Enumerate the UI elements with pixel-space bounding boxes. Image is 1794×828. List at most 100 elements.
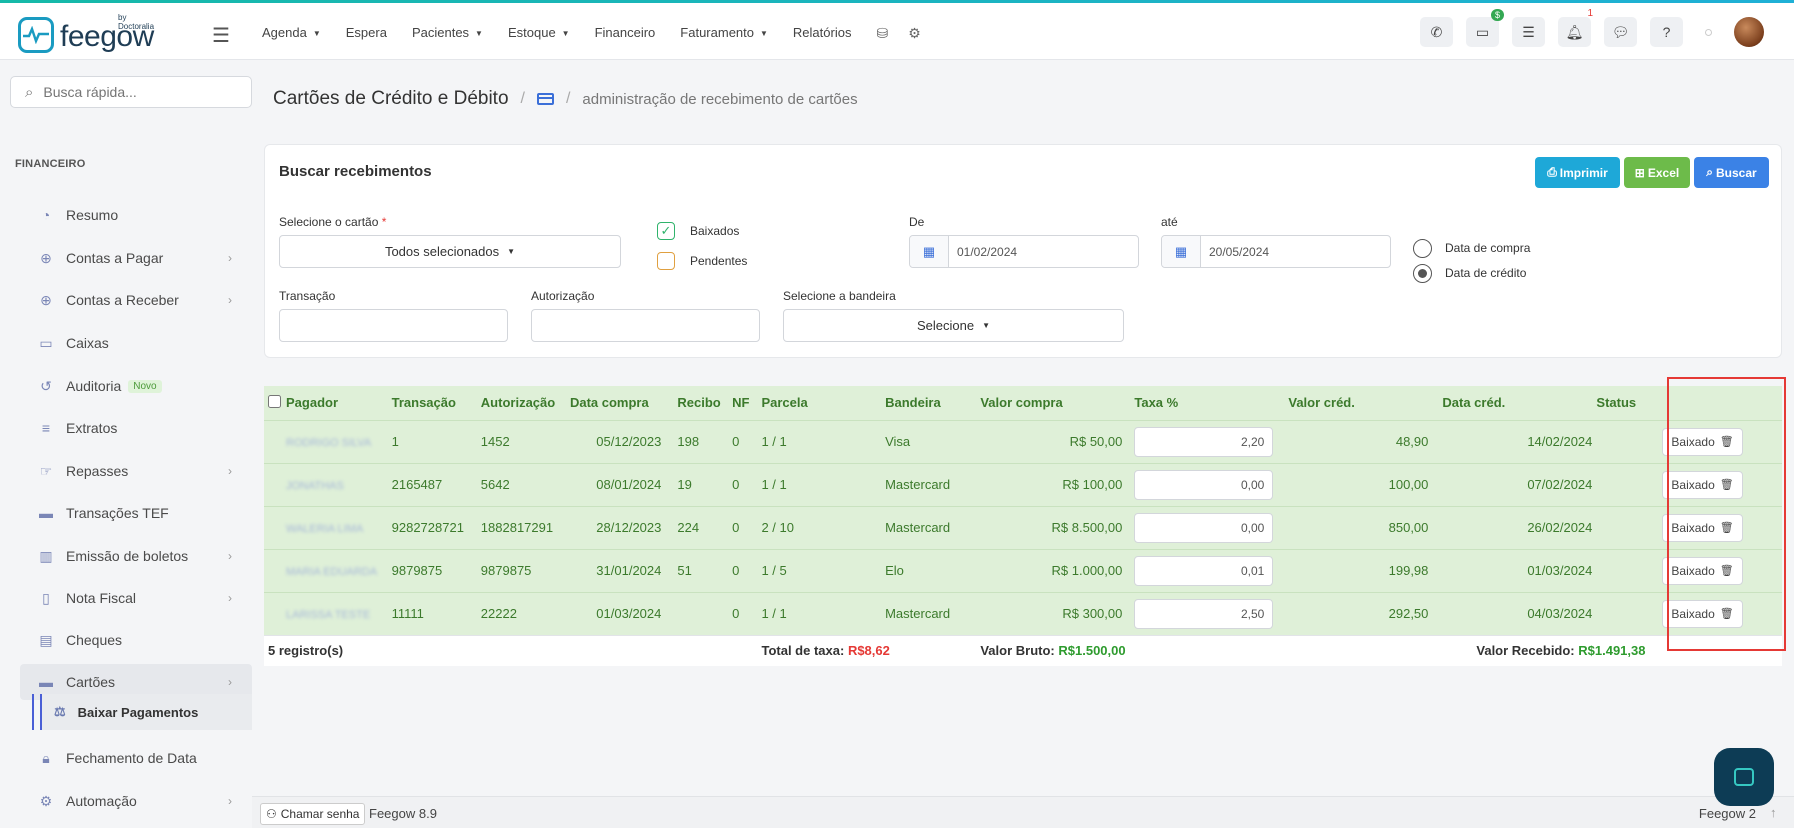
money-badge: $ bbox=[1490, 9, 1504, 21]
settings-gear-icon[interactable]: ⚙ bbox=[908, 25, 921, 42]
tax-input[interactable] bbox=[1134, 469, 1274, 500]
cell-data-cred: 04/03/2024 bbox=[1438, 591, 1593, 635]
search-button[interactable]: ⌕ Buscar bbox=[1694, 157, 1769, 188]
database-icon[interactable]: ⛁ bbox=[876, 25, 888, 42]
bottom-bar: ⚇ Chamar senha Feegow 8.9 Feegow 2 ↑ bbox=[252, 796, 1794, 828]
sidebar-item-extratos[interactable]: ≡ Extratos bbox=[20, 410, 252, 446]
calendar-icon: ▦ bbox=[910, 236, 949, 267]
file-icon: ▯ bbox=[42, 589, 50, 606]
sidebar-item-caixas[interactable]: ▭ Caixas bbox=[20, 325, 252, 361]
autorizacao-input[interactable] bbox=[531, 309, 760, 342]
menu-toggle-icon[interactable]: ☰ bbox=[212, 23, 230, 48]
cell-valor-compra: R$ 300,00 bbox=[976, 591, 1131, 635]
cell-bandeira: Mastercard bbox=[881, 462, 977, 506]
cell-data-compra: 31/01/2024 bbox=[565, 548, 674, 592]
radio-data-compra[interactable] bbox=[1413, 239, 1432, 258]
version-label: Feegow 8.9 bbox=[369, 806, 437, 821]
tax-input[interactable] bbox=[1134, 555, 1274, 586]
sidebar-item-nota-fiscal[interactable]: ▯ Nota Fiscal › bbox=[20, 580, 252, 616]
card-icon: ▬ bbox=[39, 674, 53, 690]
date-to-label: até bbox=[1161, 215, 1178, 229]
nav-financeiro[interactable]: Financeiro bbox=[595, 25, 656, 42]
table-row: MARIA EDUARDA 9879875 9879875 31/01/2024 51 0… bbox=[264, 548, 1782, 592]
pendentes-label: Pendentes bbox=[690, 254, 748, 268]
col-taxa: Taxa % bbox=[1130, 386, 1285, 420]
cell-data-compra: 01/03/2024 bbox=[565, 591, 674, 635]
cell-nf: 0 bbox=[728, 419, 758, 463]
help-icon[interactable]: ? bbox=[1650, 17, 1683, 47]
table-icon: ⊞ bbox=[1634, 165, 1645, 180]
nav-relatorios[interactable]: Relatórios bbox=[793, 25, 852, 42]
inbox-icon[interactable]: ▭ $ bbox=[1466, 9, 1504, 47]
support-chat-button[interactable] bbox=[1714, 748, 1774, 806]
search-icon: ⌕ bbox=[1706, 165, 1714, 179]
excel-button[interactable]: ⊞ Excel bbox=[1624, 157, 1690, 188]
tax-input[interactable] bbox=[1134, 426, 1274, 457]
notification-count: 1 bbox=[1587, 8, 1593, 19]
card-select-label: Selecione o cartão * bbox=[279, 215, 387, 229]
chat-icon[interactable]: 💬︎ bbox=[1604, 17, 1637, 47]
autorizacao-label: Autorização bbox=[531, 289, 595, 303]
cell-autorizacao: 5642 bbox=[476, 462, 566, 506]
radio-data-compra-label: Data de compra bbox=[1445, 241, 1531, 255]
call-ticket-button[interactable]: ⚇ Chamar senha bbox=[260, 803, 366, 825]
user-avatar[interactable] bbox=[1734, 17, 1764, 47]
scroll-up-icon[interactable]: ↑ bbox=[1770, 805, 1788, 823]
sidebar-item-resumo[interactable]: ◔ Resumo bbox=[20, 197, 252, 233]
transacao-input[interactable] bbox=[279, 309, 508, 342]
tax-input[interactable] bbox=[1134, 512, 1274, 543]
sidebar-item-emissao-boletos[interactable]: ▥ Emissão de boletos › bbox=[20, 538, 252, 574]
cell-recibo bbox=[673, 591, 729, 635]
nav-espera[interactable]: Espera bbox=[346, 25, 387, 42]
top-navigation: Agenda ▼ Espera Pacientes ▼ Estoque ▼ Finan… bbox=[262, 25, 941, 42]
col-parcela: Parcela bbox=[757, 386, 882, 420]
date-to-field[interactable]: ▦ 20/05/2024 bbox=[1161, 235, 1391, 268]
gears-icon: ⚙ bbox=[39, 792, 53, 809]
filter-panel: Buscar recebimentos ⎙ Imprimir ⊞ Excel ⌕ Bu… bbox=[264, 144, 1782, 358]
tax-input[interactable] bbox=[1134, 598, 1274, 629]
cell-pagador: RODRIGO SILVA bbox=[264, 419, 388, 463]
col-data-cred: Data créd. bbox=[1438, 386, 1593, 420]
nav-pacientes[interactable]: Pacientes ▼ bbox=[412, 25, 483, 42]
bandeira-select[interactable]: Selecione ▼ bbox=[783, 309, 1124, 342]
cell-parcela: 1 / 1 bbox=[757, 462, 882, 506]
select-all-checkbox[interactable] bbox=[268, 395, 281, 409]
page-header: Cartões de Crédito e Débito / / administ… bbox=[273, 88, 858, 110]
bell-icon[interactable]: 🔔︎ 1 bbox=[1558, 8, 1593, 47]
sidebar-item-transacoes-tef[interactable]: ▬ Transações TEF bbox=[20, 495, 252, 531]
cell-transacao: 9879875 bbox=[387, 548, 477, 592]
panel-title: Buscar recebimentos bbox=[279, 163, 432, 180]
quick-search-input[interactable] bbox=[43, 84, 224, 100]
sidebar-item-cheques[interactable]: ▤ Cheques bbox=[20, 622, 252, 658]
sidebar-subitem-baixar-pagamentos[interactable]: ⚖ Baixar Pagamentos bbox=[40, 694, 252, 730]
print-button[interactable]: ⎙ Imprimir bbox=[1535, 157, 1620, 188]
nav-agenda[interactable]: Agenda ▼ bbox=[262, 25, 321, 42]
nav-estoque[interactable]: Estoque ▼ bbox=[508, 25, 570, 42]
sidebar-item-repasses[interactable]: ☞ Repasses › bbox=[20, 453, 252, 489]
inbox-icon: ▭ bbox=[39, 334, 53, 351]
page-title: Cartões de Crédito e Débito bbox=[273, 88, 509, 109]
table-row: JONATHAS 2165487 5642 08/01/2024 19 0 1 / 1 Mas… bbox=[264, 462, 1782, 506]
feegow-logo[interactable]: feegow by Doctoralia bbox=[18, 13, 154, 53]
cell-parcela: 2 / 10 bbox=[757, 505, 882, 549]
submenu-indicator bbox=[32, 694, 34, 730]
card-select[interactable]: Todos selecionados ▼ bbox=[279, 235, 621, 268]
cell-nf: 0 bbox=[728, 591, 758, 635]
nav-faturamento[interactable]: Faturamento ▼ bbox=[680, 25, 768, 42]
cell-data-compra: 05/12/2023 bbox=[565, 419, 674, 463]
cell-taxa bbox=[1130, 462, 1285, 506]
date-from-field[interactable]: ▦ 01/02/2024 bbox=[909, 235, 1139, 268]
baixados-checkbox[interactable]: ✓ bbox=[657, 222, 675, 240]
radio-data-credito[interactable] bbox=[1413, 264, 1432, 283]
sidebar-item-contas-pagar[interactable]: ⊕ Contas a Pagar › bbox=[20, 240, 252, 276]
tasks-icon[interactable]: ☰ bbox=[1512, 17, 1545, 47]
phone-icon[interactable]: ✆ bbox=[1420, 17, 1453, 47]
pendentes-checkbox[interactable] bbox=[657, 252, 675, 270]
search-icon: ⌕ bbox=[25, 83, 34, 101]
credit-card-icon bbox=[536, 93, 554, 105]
sidebar-item-automacao[interactable]: ⚙ Automação › bbox=[20, 783, 252, 819]
cell-recibo: 51 bbox=[673, 548, 729, 592]
sidebar-item-contas-receber[interactable]: ⊕ Contas a Receber › bbox=[20, 282, 252, 318]
sidebar-item-auditoria[interactable]: ↺ Auditoria Novo bbox=[20, 368, 252, 404]
sidebar-item-fechamento-data[interactable]: 🔒︎ Fechamento de Data bbox=[20, 740, 252, 776]
